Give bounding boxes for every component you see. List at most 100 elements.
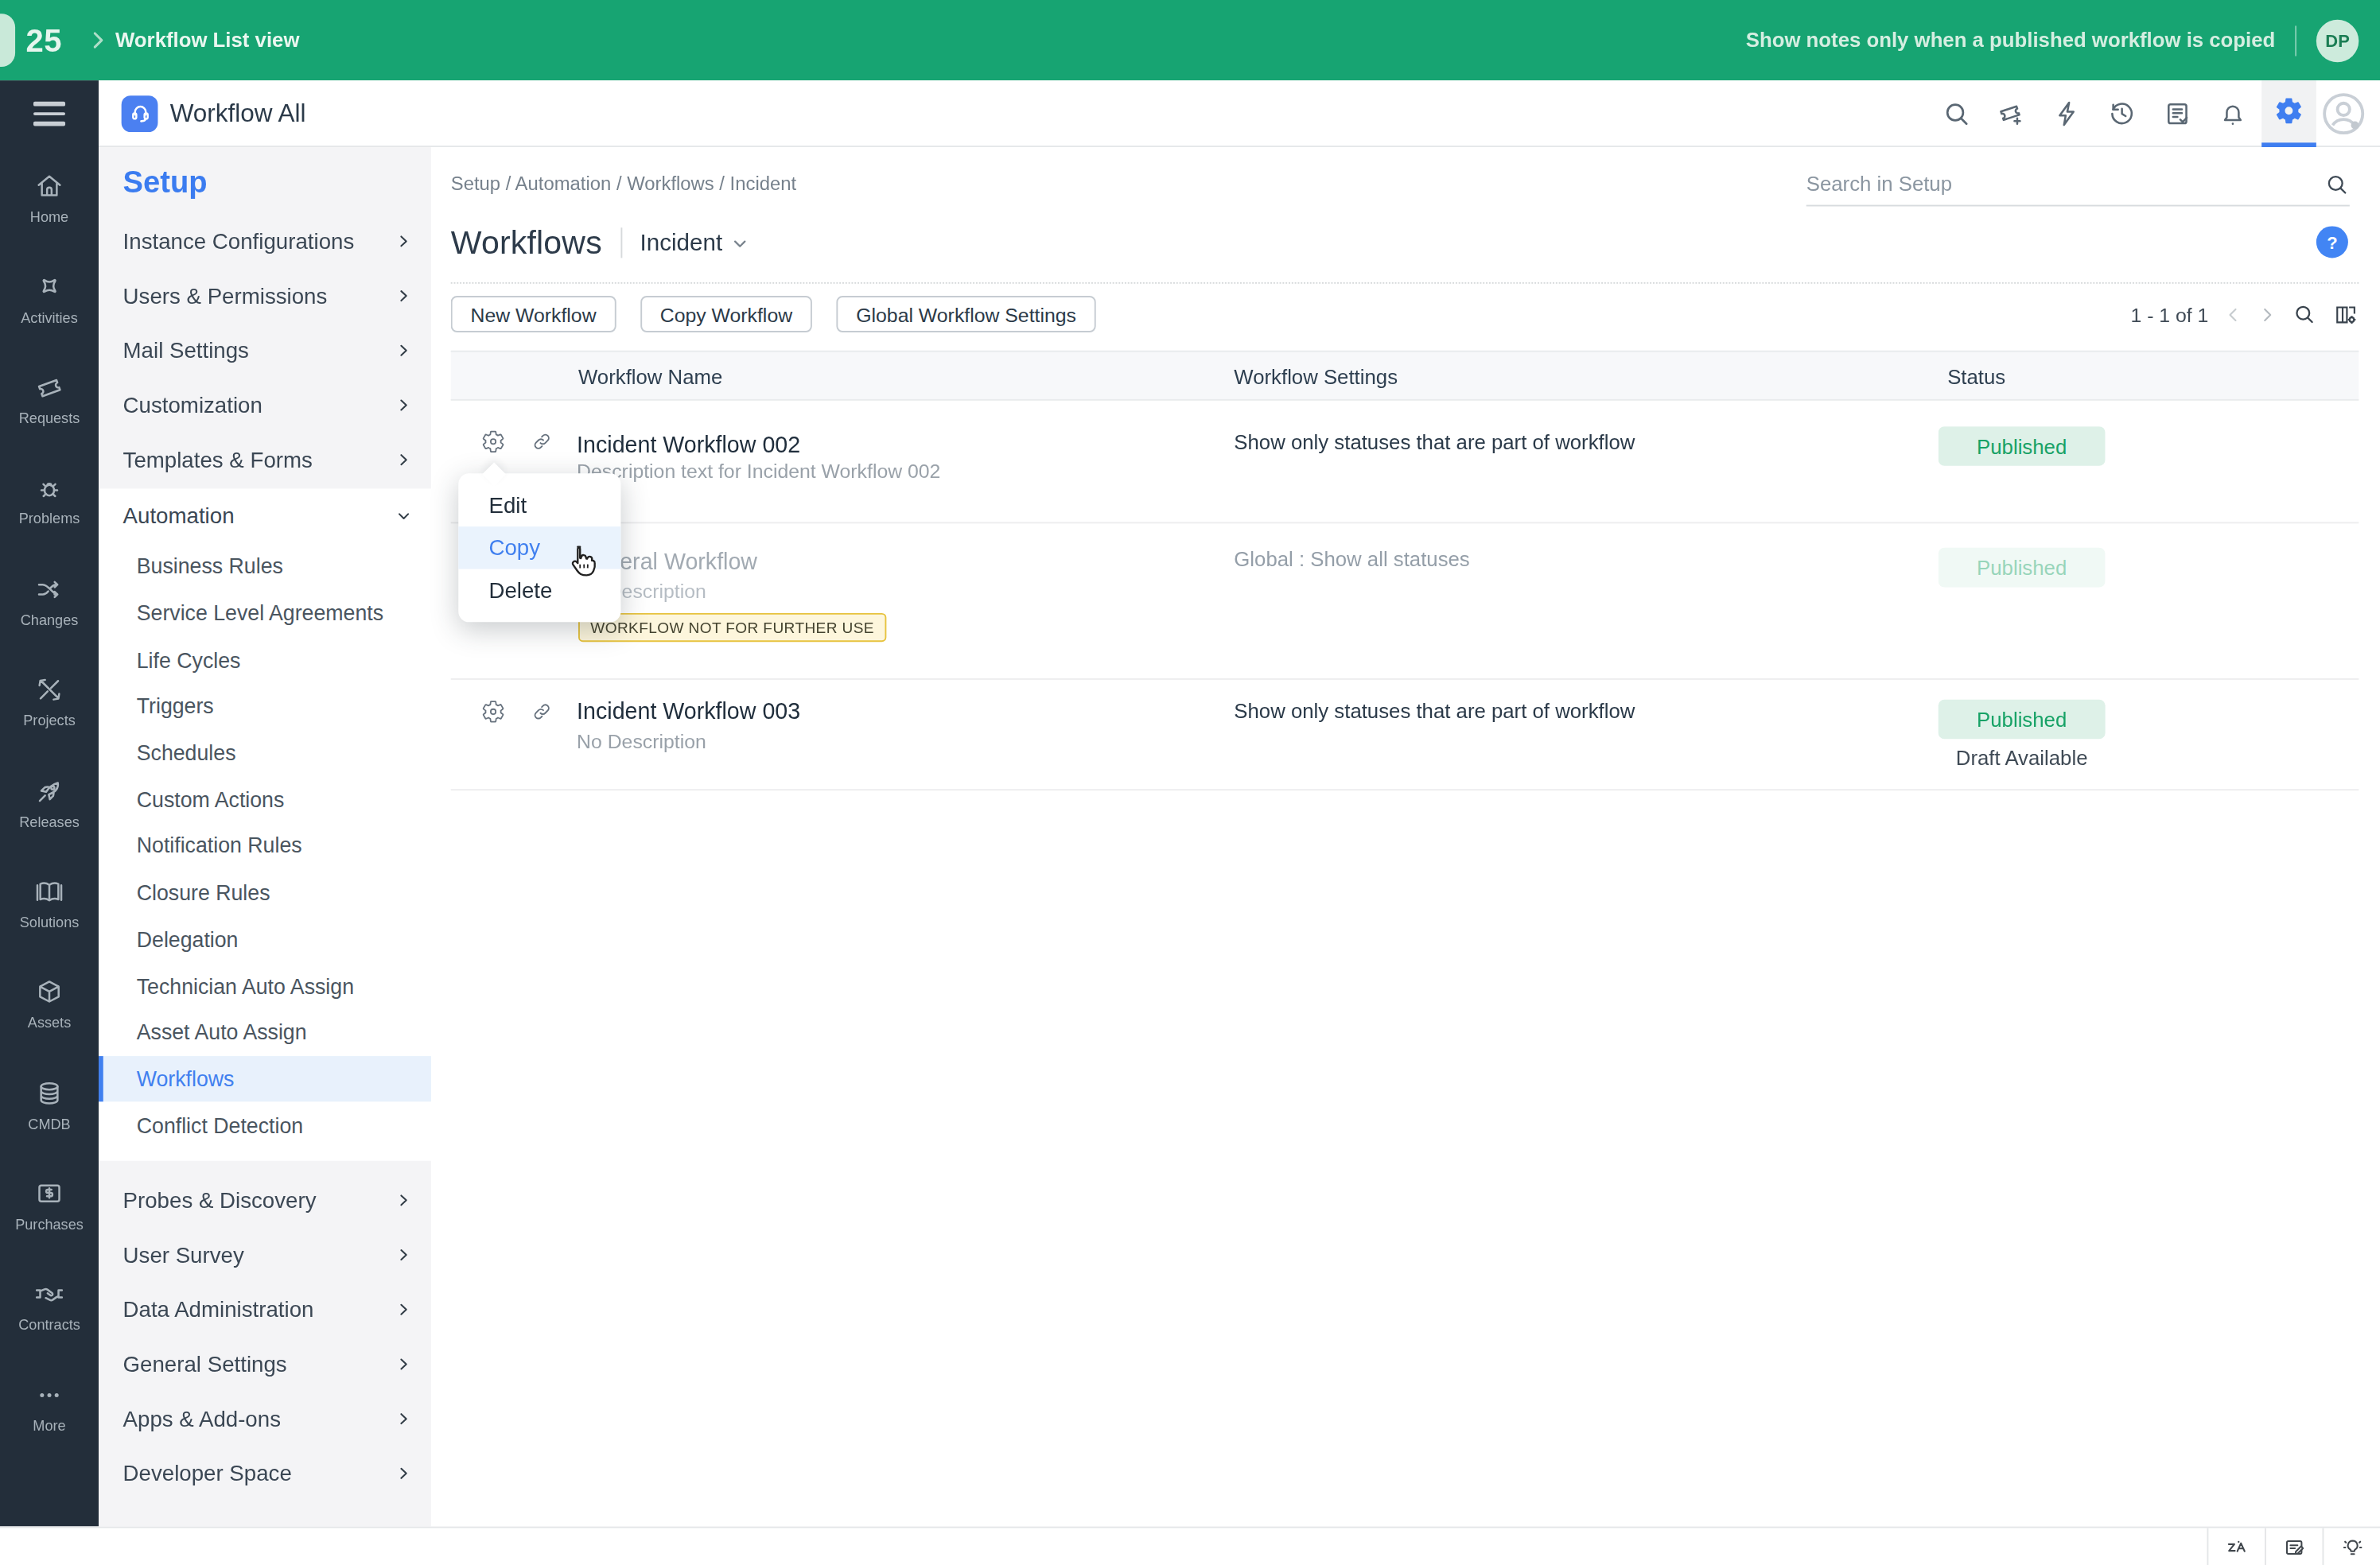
header-gear-icon[interactable]: [2261, 80, 2316, 146]
lightbulb-icon[interactable]: [2322, 1528, 2380, 1565]
rail-item-requests[interactable]: Requests: [0, 348, 99, 449]
copy-workflow-button[interactable]: Copy Workflow: [640, 296, 812, 332]
cmdb-icon: [33, 1077, 65, 1109]
new-workflow-button[interactable]: New Workflow: [451, 296, 616, 332]
workflow-settings-gear-icon[interactable]: [481, 700, 506, 724]
app-title: Workflow All: [170, 99, 306, 127]
page-title: Workflows: [451, 223, 602, 262]
rail-item-projects[interactable]: Projects: [0, 651, 99, 752]
header-history-icon[interactable]: [2094, 80, 2150, 146]
header-bell-icon[interactable]: [2206, 80, 2261, 146]
chevron-right-icon: [396, 1412, 411, 1427]
rail-item-purchases[interactable]: Purchases: [0, 1155, 99, 1256]
assets-icon: [33, 977, 65, 1008]
search-icon[interactable]: [2324, 171, 2349, 196]
setup-sidebar: Setup Instance ConfigurationsUsers & Per…: [99, 147, 431, 1527]
sidebar-item-notification-rules[interactable]: Notification Rules: [99, 822, 431, 869]
feedback-icon[interactable]: [2265, 1528, 2323, 1565]
help-button[interactable]: ?: [2316, 226, 2348, 258]
automation-section: Automation Business RulesService Level A…: [99, 488, 431, 1160]
chevron-right-icon: [396, 1248, 411, 1263]
more-icon: [33, 1379, 65, 1411]
rail-item-assets[interactable]: Assets: [0, 953, 99, 1054]
rail-item-changes[interactable]: Changes: [0, 550, 99, 651]
setup-search-field[interactable]: Search in Setup: [1806, 162, 2350, 206]
sidebar-item-apps-add-ons[interactable]: Apps & Add-ons: [99, 1392, 431, 1447]
rail-item-releases[interactable]: Releases: [0, 751, 99, 852]
purchases-icon: [33, 1178, 65, 1210]
sidebar-item-asset-auto-assign[interactable]: Asset Auto Assign: [99, 1009, 431, 1056]
table-row: Incident Workflow 003No DescriptionShow …: [451, 680, 2359, 790]
rail-item-more[interactable]: More: [0, 1356, 99, 1457]
workflow-link-icon[interactable]: [530, 429, 554, 454]
rail-item-contracts[interactable]: Contracts: [0, 1256, 99, 1357]
queue-pill: [0, 14, 15, 67]
sidebar-item-instance-configurations[interactable]: Instance Configurations: [99, 214, 431, 269]
workflow-link-icon[interactable]: [530, 700, 554, 724]
requests-icon: [33, 371, 65, 403]
status-badge: Published: [1939, 548, 2106, 588]
sidebar-item-data-administration[interactable]: Data Administration: [99, 1282, 431, 1337]
hamburger-menu[interactable]: [0, 80, 99, 147]
sidebar-item-triggers[interactable]: Triggers: [99, 683, 431, 730]
sidebar-item-technician-auto-assign[interactable]: Technician Auto Assign: [99, 962, 431, 1009]
sidebar-item-conflict-detection[interactable]: Conflict Detection: [99, 1102, 431, 1149]
workflow-name[interactable]: Incident Workflow 003: [577, 698, 800, 724]
sidebar-item-service-level-agreements[interactable]: Service Level Agreements: [99, 590, 431, 637]
topbar-divider: [2295, 25, 2296, 55]
sidebar-item-delegation[interactable]: Delegation: [99, 916, 431, 963]
breadcrumb[interactable]: Setup / Automation / Workflows / Inciden…: [451, 173, 796, 195]
sidebar-item-users-permissions[interactable]: Users & Permissions: [99, 269, 431, 324]
menu-item-edit[interactable]: Edit: [458, 484, 620, 526]
sidebar-item-closure-rules[interactable]: Closure Rules: [99, 869, 431, 916]
workflow-name[interactable]: Incident Workflow 002: [577, 431, 800, 456]
rail-item-problems[interactable]: Problems: [0, 449, 99, 550]
zia-assistant-icon[interactable]: [2207, 1528, 2265, 1565]
sidebar-item-templates-forms[interactable]: Templates & Forms: [99, 433, 431, 487]
header-search-icon[interactable]: [1928, 80, 1984, 146]
sidebar-item-general-settings[interactable]: General Settings: [99, 1337, 431, 1392]
sidebar-item-user-survey[interactable]: User Survey: [99, 1228, 431, 1283]
workflow-settings-gear-icon[interactable]: [481, 429, 506, 454]
header-task-list-icon[interactable]: [2150, 80, 2206, 146]
table-search-icon[interactable]: [2292, 302, 2316, 327]
table-row: Incident Workflow 002Description text fo…: [451, 401, 2359, 524]
sidebar-item-business-rules[interactable]: Business Rules: [99, 543, 431, 590]
header-avatar[interactable]: [2322, 91, 2364, 134]
sidebar-item-label: General Settings: [123, 1352, 287, 1377]
sidebar-item-probes-discovery[interactable]: Probes & Discovery: [99, 1173, 431, 1228]
rail-item-solutions[interactable]: Solutions: [0, 852, 99, 953]
header-ticket-add-icon[interactable]: [1984, 80, 2040, 146]
sidebar-item-life-cycles[interactable]: Life Cycles: [99, 636, 431, 683]
column-settings-icon[interactable]: [2333, 301, 2359, 327]
topbar-avatar[interactable]: DP: [2316, 19, 2359, 61]
setup-search-placeholder: Search in Setup: [1806, 173, 1952, 196]
sidebar-item-automation[interactable]: Automation: [99, 488, 431, 543]
topbar-note: Show notes only when a published workflo…: [1746, 29, 2276, 52]
app-header: Workflow All: [99, 80, 2380, 147]
module-selector[interactable]: Incident: [640, 229, 749, 256]
global-workflow-settings-button[interactable]: Global Workflow Settings: [836, 296, 1095, 332]
draft-available-label: Draft Available: [1939, 747, 2106, 770]
sidebar-item-label: Instance Configurations: [123, 229, 355, 254]
next-page-icon[interactable]: [2258, 305, 2275, 322]
workflow-settings-text: Show only statuses that are part of work…: [1234, 431, 1635, 454]
rail-item-label: Contracts: [18, 1316, 80, 1333]
projects-icon: [33, 674, 65, 705]
queue-count: 25: [25, 0, 62, 80]
rail-item-home[interactable]: Home: [0, 147, 99, 248]
rail-item-activities[interactable]: Activities: [0, 248, 99, 349]
sidebar-item-customization[interactable]: Customization: [99, 378, 431, 433]
prev-page-icon[interactable]: [2225, 305, 2242, 322]
sidebar-item-mail-settings[interactable]: Mail Settings: [99, 323, 431, 378]
header-lightning-icon[interactable]: [2040, 80, 2095, 146]
rail-item-cmdb[interactable]: CMDB: [0, 1054, 99, 1155]
sidebar-item-schedules[interactable]: Schedules: [99, 729, 431, 776]
sidebar-item-workflows[interactable]: Workflows: [99, 1055, 431, 1102]
activities-icon: [33, 271, 65, 303]
sidebar-item-developer-space[interactable]: Developer Space: [99, 1446, 431, 1501]
sidebar-item-fi[interactable]: Fi: [99, 1510, 431, 1527]
sidebar-item-custom-actions[interactable]: Custom Actions: [99, 776, 431, 823]
sidebar-item-label: Probes & Discovery: [123, 1188, 317, 1213]
pagination-label: 1 - 1 of 1: [2130, 303, 2208, 326]
